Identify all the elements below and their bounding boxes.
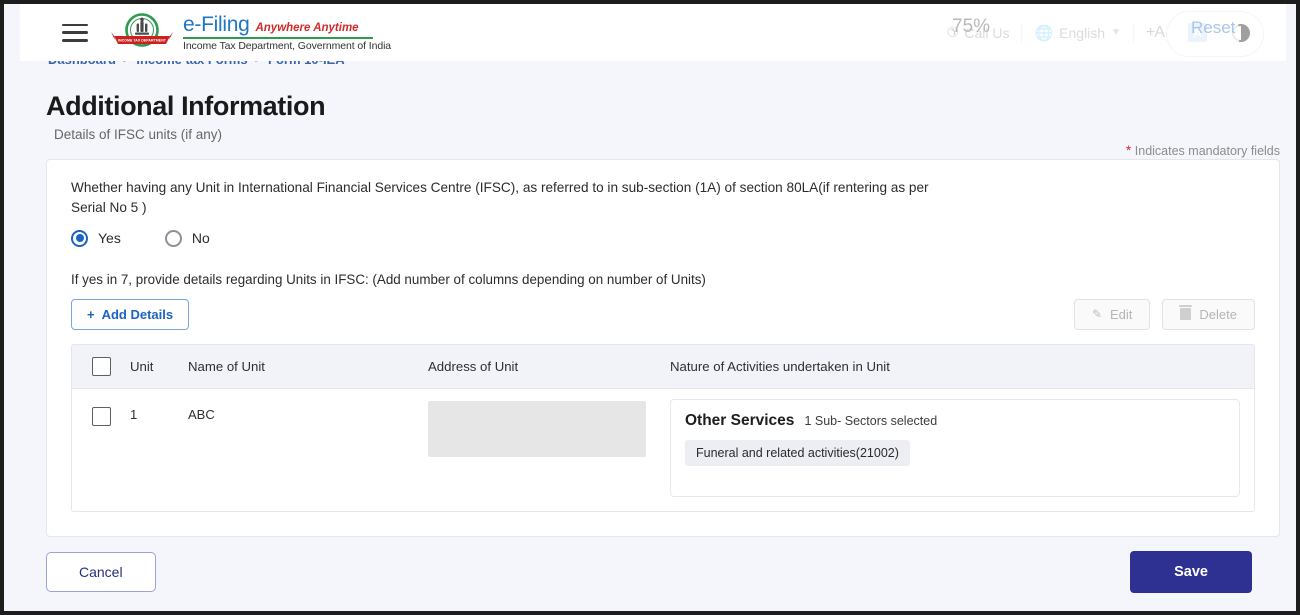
brand-title: e-Filing bbox=[183, 12, 250, 36]
ifsc-question-label: Whether having any Unit in International… bbox=[71, 180, 929, 216]
form-footer: Cancel Save bbox=[20, 541, 1278, 603]
column-header-address-of-unit: Address of Unit bbox=[428, 358, 519, 374]
page-title: Additional Information bbox=[46, 91, 326, 121]
row-actions: ✎ Edit Delete bbox=[1073, 298, 1255, 330]
radio-no-label: No bbox=[191, 230, 210, 247]
save-button[interactable]: Save bbox=[1130, 551, 1252, 593]
radio-no-indicator[interactable] bbox=[164, 229, 182, 247]
efiling-logo[interactable]: सत्यमेव जयते INCOME TAX DEPARTMENT e-Fil… bbox=[110, 11, 391, 55]
add-details-label: Add Details bbox=[101, 306, 174, 322]
language-selector[interactable]: 🌐 English ▼ bbox=[1022, 24, 1133, 42]
ifsc-details-hint: If yes in 7, provide details regarding U… bbox=[71, 271, 706, 287]
cell-nature-of-activities: Other Services 1 Sub- Sectors selected F… bbox=[670, 389, 1254, 511]
mandatory-fields-note: * Indicates mandatory fields bbox=[1126, 142, 1280, 158]
ifsc-radio-group: Yes No bbox=[71, 229, 1255, 247]
nature-sector-title: Other Services bbox=[685, 411, 795, 429]
radio-option-yes[interactable]: Yes bbox=[71, 229, 121, 247]
delete-button[interactable]: Delete bbox=[1162, 298, 1255, 330]
main-content: Additional Information Details of IFSC u… bbox=[20, 61, 1286, 537]
add-details-button[interactable]: + Add Details bbox=[71, 298, 190, 330]
radio-option-no[interactable]: No bbox=[164, 229, 210, 247]
cell-name-of-unit: ABC bbox=[188, 406, 215, 422]
radio-yes-indicator[interactable] bbox=[71, 229, 88, 247]
brand-subtitle: Income Tax Department, Government of Ind… bbox=[183, 39, 392, 52]
svg-text:INCOME TAX DEPARTMENT: INCOME TAX DEPARTMENT bbox=[118, 38, 167, 42]
edit-button[interactable]: ✎ Edit bbox=[1073, 298, 1151, 330]
row-select-checkbox[interactable] bbox=[91, 406, 111, 426]
column-header-unit: Unit bbox=[130, 358, 154, 374]
browser-zoom-reset-button[interactable]: Reset bbox=[1191, 18, 1235, 38]
cell-address-of-unit bbox=[428, 389, 670, 511]
cell-unit: 1 bbox=[130, 406, 138, 422]
nature-card-header: Other Services 1 Sub- Sectors selected bbox=[685, 412, 1225, 430]
site-header: सत्यमेव जयते INCOME TAX DEPARTMENT e-Fil… bbox=[20, 4, 1286, 61]
edit-label: Edit bbox=[1110, 306, 1133, 322]
income-tax-department-emblem-icon: सत्यमेव जयते INCOME TAX DEPARTMENT bbox=[110, 11, 174, 55]
form-card: Whether having any Unit in International… bbox=[46, 159, 1280, 537]
globe-icon: 🌐 bbox=[1034, 24, 1054, 42]
row-select-cell bbox=[72, 389, 130, 511]
nature-summary-card: Other Services 1 Sub- Sectors selected F… bbox=[670, 398, 1240, 497]
select-all-checkbox[interactable] bbox=[91, 356, 111, 376]
table-header-row: Unit Name of Unit Address of Unit Nature… bbox=[72, 344, 1254, 389]
table-toolbar: + Add Details ✎ Edit Delete bbox=[71, 298, 1255, 330]
font-increase-icon: +A bbox=[1145, 23, 1165, 41]
mandatory-star-icon: * bbox=[1125, 142, 1132, 158]
radio-yes-label: Yes bbox=[98, 230, 121, 247]
hamburger-menu-icon[interactable] bbox=[62, 23, 88, 42]
page-subtitle: Details of IFSC units (if any) bbox=[54, 127, 223, 142]
plus-icon: + bbox=[87, 306, 95, 322]
browser-zoom-percent: 75% bbox=[952, 16, 991, 37]
column-header-nature-of-activities: Nature of Activities undertaken in Unit bbox=[670, 358, 890, 374]
mandatory-note-label: Indicates mandatory fields bbox=[1134, 144, 1280, 158]
column-header-name-of-unit: Name of Unit bbox=[188, 358, 265, 374]
pencil-icon: ✎ bbox=[1091, 307, 1103, 322]
brand-tagline: Anywhere Anytime bbox=[255, 21, 359, 34]
brand-divider bbox=[183, 36, 373, 39]
trash-icon bbox=[1179, 305, 1193, 321]
cancel-button[interactable]: Cancel bbox=[46, 552, 156, 592]
delete-label: Delete bbox=[1199, 306, 1237, 322]
application-window: सत्यमेव जयते INCOME TAX DEPARTMENT e-Fil… bbox=[0, 0, 1300, 615]
nature-subsector-count: 1 Sub- Sectors selected bbox=[804, 413, 938, 428]
subsector-chip: Funeral and related activities(21002) bbox=[685, 439, 910, 466]
language-label: English bbox=[1059, 24, 1106, 41]
chevron-down-icon: ▼ bbox=[1111, 27, 1121, 38]
address-placeholder-block bbox=[428, 400, 646, 457]
select-all-cell bbox=[72, 356, 130, 376]
table-row: 1 ABC Other Services 1 Sub- Sectors sele… bbox=[72, 388, 1254, 511]
ifsc-units-table: Unit Name of Unit Address of Unit Nature… bbox=[71, 343, 1255, 512]
